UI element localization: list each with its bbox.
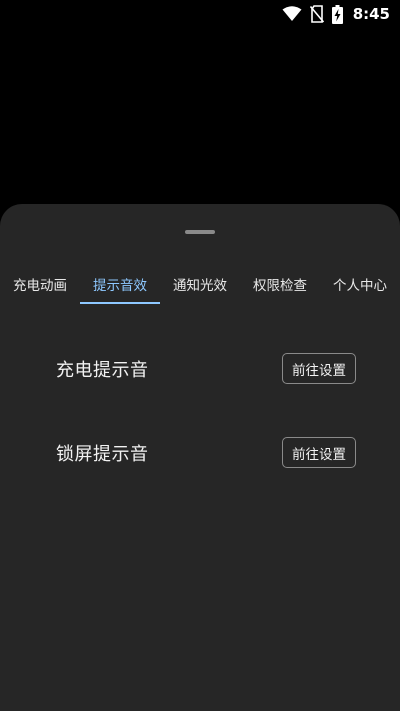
bottom-sheet: 充电动画 提示音效 通知光效 权限检查 个人中心 充电提示音 前往设置 锁屏提示… [0,204,400,711]
tab-charging-animation[interactable]: 充电动画 [0,264,80,304]
wifi-icon [282,6,302,22]
lockscreen-sound-settings-button[interactable]: 前往设置 [282,437,356,468]
status-time: 8:45 [352,5,390,23]
screen: 8:45 充电动画 提示音效 通知光效 权限检查 个人中心 充电提示音 前往设置… [0,0,400,711]
setting-row-charging-sound: 充电提示音 前往设置 [0,349,400,389]
setting-label: 锁屏提示音 [56,444,149,465]
tab-notification-light[interactable]: 通知光效 [160,264,240,304]
tab-bar: 充电动画 提示音效 通知光效 权限检查 个人中心 [0,264,400,306]
tab-sound-effects[interactable]: 提示音效 [80,264,160,304]
no-sim-icon [309,5,324,23]
tab-permission-check[interactable]: 权限检查 [240,264,320,304]
charging-sound-settings-button[interactable]: 前往设置 [282,353,356,384]
tab-personal-center[interactable]: 个人中心 [320,264,400,304]
status-bar: 8:45 [0,0,400,28]
setting-label: 充电提示音 [56,360,149,381]
setting-row-lockscreen-sound: 锁屏提示音 前往设置 [0,433,400,473]
battery-charging-icon [331,4,343,24]
active-tab-indicator [80,302,160,304]
drag-handle[interactable] [185,230,215,234]
